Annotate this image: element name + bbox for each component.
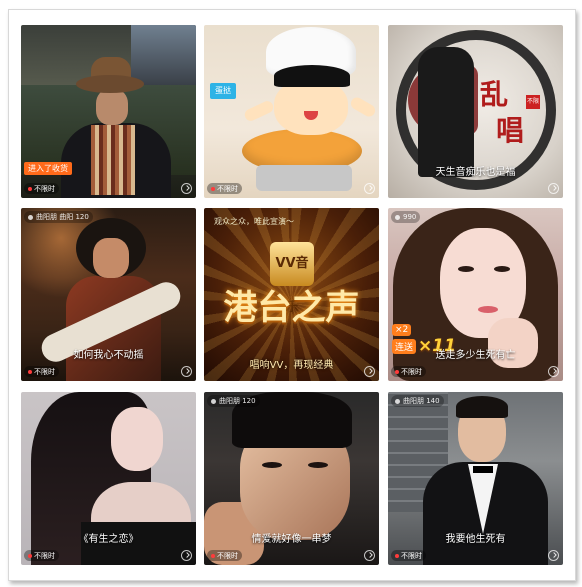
rotate-icon[interactable] [364,550,375,561]
rotate-icon[interactable] [181,550,192,561]
tile-header: 曲阳朋 140 [391,395,444,407]
tile-caption: 送走多少生死有亡 [435,350,516,361]
status-pill: 不限时 [391,366,426,377]
avatar-icon [28,214,33,220]
tile-caption: 情爱就好像一串梦 [251,534,332,545]
live-dot-icon [211,553,215,558]
status-pill: 不限时 [24,550,59,561]
avatar-icon [395,398,400,404]
sticker-label: 蛋挞 [210,83,236,99]
rotate-icon[interactable] [548,366,559,377]
tile-header: 990 [391,211,421,223]
status-pill: 不限时 [207,550,242,561]
thumbnail-grid: 进入了收货 不限时 蛋挞 不限时 乱 唱 不限 天生音痴乐也是福 曲阳朋 曲阳 … [8,9,576,581]
live-dot-icon [395,369,399,374]
live-dot-icon [395,553,399,558]
video-tile-2[interactable]: 蛋挞 不限时 [204,25,379,198]
video-tile-6[interactable]: 990 ×2 连送 ×11 送走多少生死有亡 不限时 [388,208,563,381]
video-tile-3[interactable]: 乱 唱 不限 天生音痴乐也是福 [388,25,563,198]
tile-caption: 《有生之恋》 [78,534,139,545]
rotate-icon[interactable] [548,183,559,194]
live-dot-icon [211,186,215,191]
rotate-icon[interactable] [181,183,192,194]
rotate-icon[interactable] [364,183,375,194]
tile-caption: 如何我心不动摇 [73,350,144,361]
poster-title: 港台之声 [223,288,360,328]
live-dot-icon [28,369,32,374]
tile-caption: 唱响VV，再现经典 [249,360,334,371]
tile-caption: 天生音痴乐也是福 [435,167,516,178]
video-tile-8[interactable]: 曲阳朋 120 情爱就好像一串梦 不限时 [204,392,379,565]
art-char-1: 乱 [480,78,509,111]
status-pill: 不限时 [207,183,242,194]
seal-stamp: 不限 [526,95,540,109]
video-tile-5[interactable]: VV音乐 港台之声 观众之众，唯此宣演～ 唱响VV，再现经典 [204,208,379,381]
live-dot-icon [28,553,32,558]
rotate-icon[interactable] [364,366,375,377]
art-char-2: 唱 [496,114,525,147]
follow-badge: 进入了收货 [24,162,72,175]
status-pill: 不限时 [391,550,426,561]
avatar-icon [395,214,400,220]
tile-header: 曲阳朋 120 [207,395,260,407]
rotate-icon[interactable] [548,550,559,561]
status-pill: 不限时 [24,366,59,377]
video-tile-4[interactable]: 曲阳朋 曲阳 120 如何我心不动摇 不限时 [21,208,196,381]
tile-header: 观众之众，唯此宣演～ [214,217,294,226]
video-tile-1[interactable]: 进入了收货 不限时 [21,25,196,198]
tile-header: 曲阳朋 曲阳 120 [24,211,93,223]
tile-2-image: 蛋挞 [204,25,379,198]
avatar-icon [211,398,216,404]
video-tile-9[interactable]: 曲阳朋 140 我要他生死有 不限时 [388,392,563,565]
live-dot-icon [28,186,32,191]
rotate-icon[interactable] [181,366,192,377]
tile-caption: 我要他生死有 [445,534,506,545]
status-pill: 不限时 [24,183,59,194]
video-tile-7[interactable]: 《有生之恋》 不限时 [21,392,196,565]
